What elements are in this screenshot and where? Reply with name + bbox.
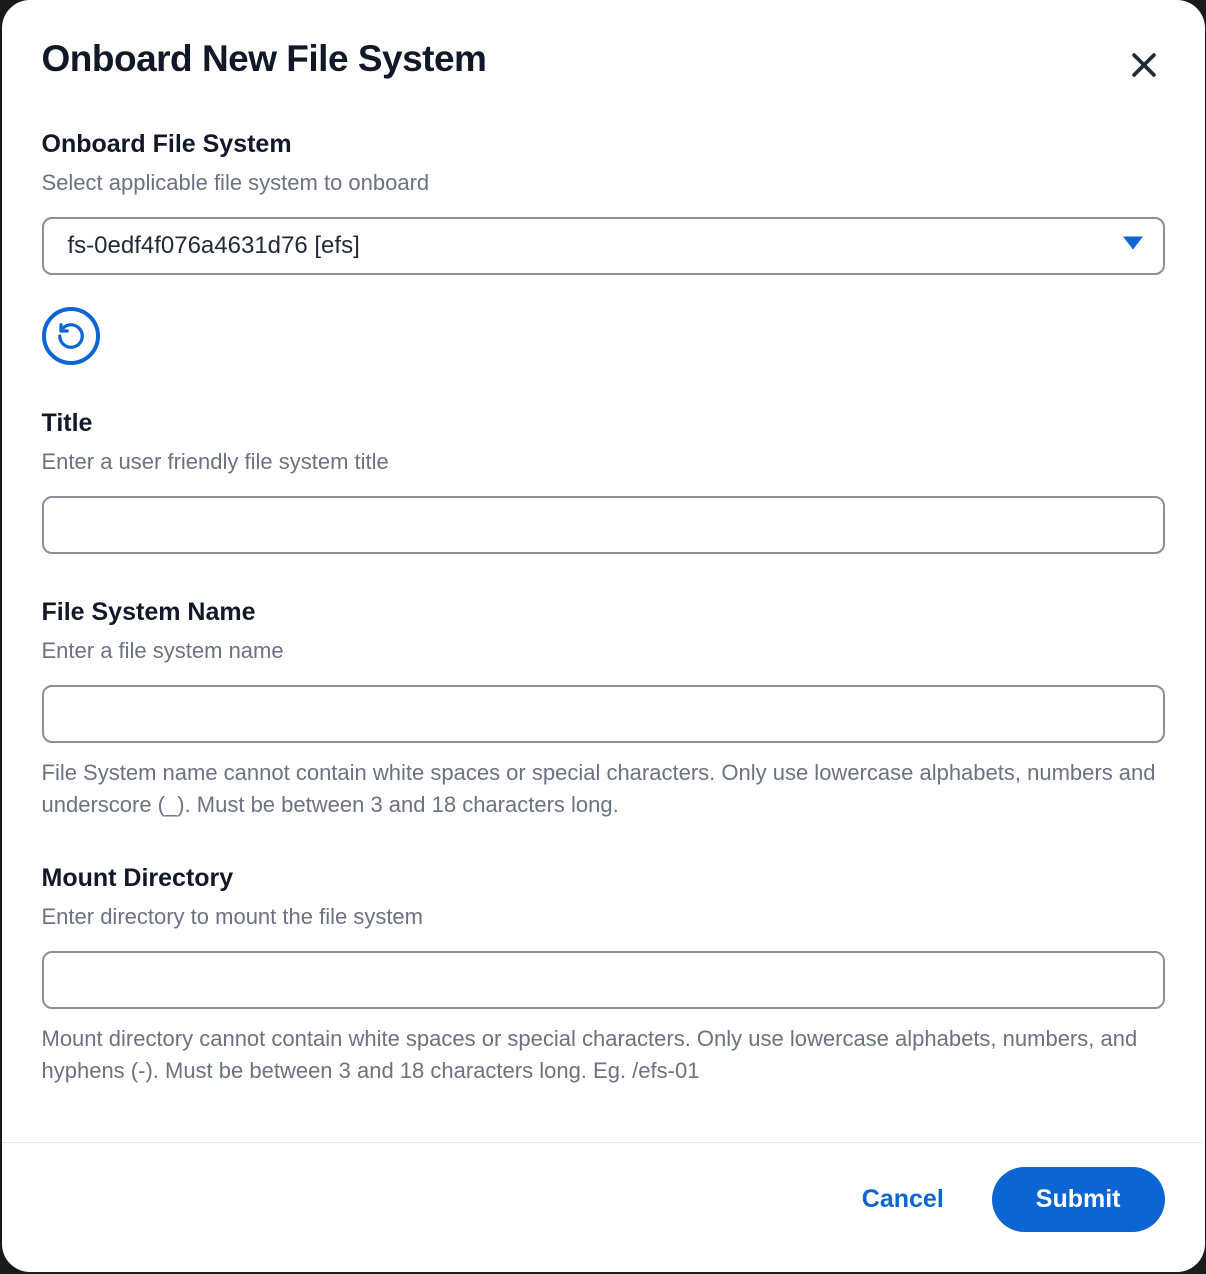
onboard-desc: Select applicable file system to onboard <box>42 167 1165 199</box>
fs-name-desc: Enter a file system name <box>42 635 1165 667</box>
mount-desc: Enter directory to mount the file system <box>42 901 1165 933</box>
modal-footer: Cancel Submit <box>2 1142 1205 1272</box>
title-input[interactable] <box>42 496 1165 554</box>
fs-name-section: File System Name Enter a file system nam… <box>42 598 1165 821</box>
modal-body: Onboard New File System Onboard File Sys… <box>2 0 1205 1142</box>
fs-name-input[interactable] <box>42 685 1165 743</box>
mount-help: Mount directory cannot contain white spa… <box>42 1023 1165 1087</box>
refresh-button[interactable] <box>42 307 100 365</box>
modal-title: Onboard New File System <box>42 38 487 80</box>
fs-name-help: File System name cannot contain white sp… <box>42 757 1165 821</box>
file-system-select-wrap: fs-0edf4f076a4631d76 [efs] <box>42 217 1165 275</box>
submit-button[interactable]: Submit <box>992 1167 1165 1232</box>
onboard-label: Onboard File System <box>42 130 1165 159</box>
modal-header: Onboard New File System <box>42 38 1165 86</box>
onboard-file-system-modal: Onboard New File System Onboard File Sys… <box>2 0 1205 1272</box>
close-button[interactable] <box>1123 44 1165 86</box>
file-system-select-value: fs-0edf4f076a4631d76 [efs] <box>68 232 360 260</box>
mount-label: Mount Directory <box>42 864 1165 893</box>
fs-name-label: File System Name <box>42 598 1165 627</box>
close-icon <box>1127 48 1161 82</box>
refresh-icon <box>56 321 86 351</box>
title-label: Title <box>42 409 1165 438</box>
cancel-button[interactable]: Cancel <box>858 1177 948 1222</box>
onboard-file-system-section: Onboard File System Select applicable fi… <box>42 130 1165 365</box>
mount-section: Mount Directory Enter directory to mount… <box>42 864 1165 1087</box>
mount-input[interactable] <box>42 951 1165 1009</box>
file-system-select[interactable]: fs-0edf4f076a4631d76 [efs] <box>42 217 1165 275</box>
title-section: Title Enter a user friendly file system … <box>42 409 1165 554</box>
title-desc: Enter a user friendly file system title <box>42 446 1165 478</box>
